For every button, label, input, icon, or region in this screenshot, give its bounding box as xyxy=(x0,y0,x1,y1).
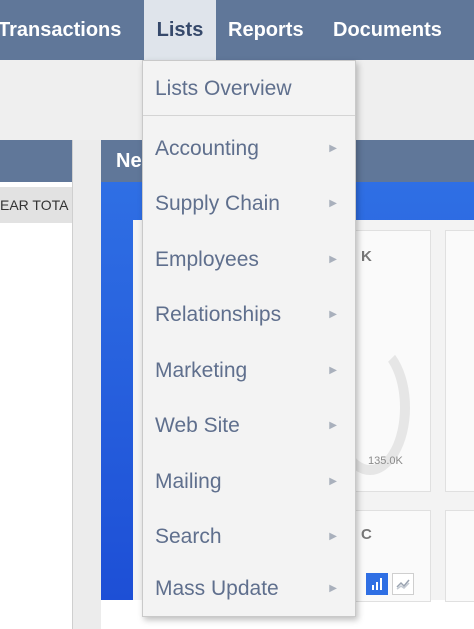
main-nav: Transactions Lists Reports Documents xyxy=(0,0,474,60)
submenu-arrow-icon: ▶ xyxy=(329,254,337,265)
gauge-value-label: 135.0K xyxy=(368,455,403,467)
menu-item-employees[interactable]: Employees ▶ xyxy=(143,232,355,287)
line-chart-toggle-icon[interactable] xyxy=(392,573,414,595)
menu-item-label: Relationships xyxy=(155,303,282,326)
right-portlet-title: Ne xyxy=(116,150,142,172)
menu-item-label: Lists Overview xyxy=(155,77,292,100)
left-portlet-column-header[interactable]: EAR TOTA xyxy=(0,187,72,223)
menu-item-relationships[interactable]: Relationships ▶ xyxy=(143,287,355,342)
menu-item-label: Search xyxy=(155,525,222,548)
card-heading-letter: K xyxy=(361,248,372,265)
menu-item-label: Web Site xyxy=(155,414,240,437)
menu-item-mailing[interactable]: Mailing ▶ xyxy=(143,454,355,509)
menu-divider xyxy=(143,115,355,116)
menu-item-accounting[interactable]: Accounting ▶ xyxy=(143,121,355,176)
menu-item-search[interactable]: Search ▶ xyxy=(143,509,355,564)
nav-reports[interactable]: Reports xyxy=(228,0,304,60)
lists-dropdown-menu: Lists Overview Accounting ▶ Supply Chain… xyxy=(142,60,356,617)
menu-item-label: Mass Update xyxy=(155,577,279,600)
menu-item-label: Mailing xyxy=(155,470,222,493)
left-portlet: EAR TOTA xyxy=(0,140,73,629)
submenu-arrow-icon: ▶ xyxy=(329,420,337,431)
menu-item-lists-overview[interactable]: Lists Overview xyxy=(143,61,355,116)
menu-item-mass-update[interactable]: Mass Update ▶ xyxy=(143,561,355,616)
nav-documents[interactable]: Documents xyxy=(333,0,442,60)
menu-item-label: Accounting xyxy=(155,137,259,160)
submenu-arrow-icon: ▶ xyxy=(329,583,337,594)
menu-item-supply-chain[interactable]: Supply Chain ▶ xyxy=(143,176,355,231)
chart-card xyxy=(445,510,474,602)
submenu-arrow-icon: ▶ xyxy=(329,476,337,487)
nav-transactions[interactable]: Transactions xyxy=(0,0,121,60)
submenu-arrow-icon: ▶ xyxy=(329,531,337,542)
submenu-arrow-icon: ▶ xyxy=(329,143,337,154)
submenu-arrow-icon: ▶ xyxy=(329,365,337,376)
nav-lists[interactable]: Lists xyxy=(144,0,216,60)
bar-chart-toggle-icon[interactable] xyxy=(366,573,388,595)
menu-item-marketing[interactable]: Marketing ▶ xyxy=(143,343,355,398)
submenu-arrow-icon: ▶ xyxy=(329,198,337,209)
menu-item-label: Marketing xyxy=(155,359,248,382)
menu-item-web-site[interactable]: Web Site ▶ xyxy=(143,398,355,453)
menu-item-label: Supply Chain xyxy=(155,192,280,215)
kpi-card xyxy=(445,230,474,492)
submenu-arrow-icon: ▶ xyxy=(329,309,337,320)
left-portlet-header xyxy=(0,140,72,182)
menu-item-label: Employees xyxy=(155,248,259,271)
card-heading-letter: C xyxy=(361,526,372,543)
